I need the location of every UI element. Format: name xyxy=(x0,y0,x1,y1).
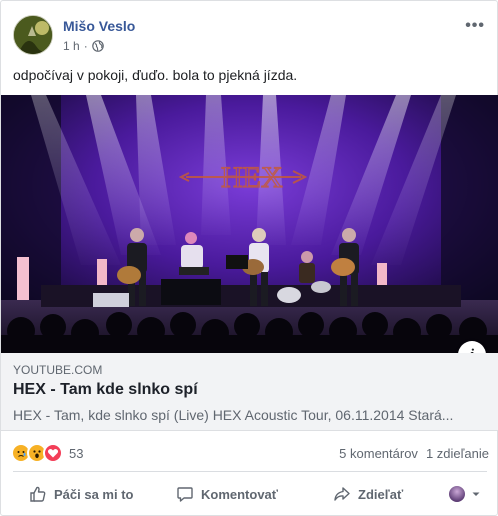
comment-label: Komentovať xyxy=(201,486,279,502)
thumbs-up-icon xyxy=(30,486,46,502)
like-button[interactable]: Páči sa mi to xyxy=(29,477,133,511)
link-preview[interactable]: YOUTUBE.COM HEX - Tam kde slnko spí HEX … xyxy=(1,353,498,431)
actions-divider xyxy=(13,471,487,472)
comments-count[interactable]: 5 komentárov xyxy=(339,446,418,461)
share-button[interactable]: Zdieľať xyxy=(333,477,403,511)
comment-icon xyxy=(177,487,193,502)
author-avatar[interactable] xyxy=(13,15,53,55)
post-card: Mišo Veslo 1 h · ••• odpočívaj v pokoji,… xyxy=(0,0,498,516)
post-meta: 1 h · xyxy=(63,39,104,53)
avatar-image xyxy=(14,16,52,54)
link-description: HEX - Tam, kde slnko spí (Live) HEX Acou… xyxy=(13,407,454,423)
post-stats: 53 5 komentárov 1 zdieľanie xyxy=(11,441,489,465)
user-avatar xyxy=(449,486,465,502)
stage-sign: HEX xyxy=(221,161,283,194)
post-text: odpočívaj v pokoji, ďuďo. bola to pjekná… xyxy=(13,67,298,83)
engagement-counts: 5 komentárov 1 zdieľanie xyxy=(339,446,489,461)
author-name[interactable]: Mišo Veslo xyxy=(63,18,135,34)
reactions-summary[interactable]: 53 xyxy=(11,443,83,463)
chevron-down-icon xyxy=(472,492,480,496)
video-thumbnail[interactable]: HEX xyxy=(1,95,498,353)
love-icon xyxy=(43,443,63,463)
reaction-count: 53 xyxy=(69,445,84,461)
globe-icon[interactable] xyxy=(91,40,104,52)
post-actions: Páči sa mi to Komentovať Zdieľať xyxy=(13,477,487,511)
link-domain: YOUTUBE.COM xyxy=(13,363,103,377)
share-icon xyxy=(334,487,350,501)
concert-stage-image: HEX xyxy=(1,95,498,353)
comment-button[interactable]: Komentovať xyxy=(176,477,278,511)
post-time[interactable]: 1 h xyxy=(63,39,80,53)
audience-selector[interactable] xyxy=(449,486,481,502)
share-label: Zdieľať xyxy=(358,486,404,502)
like-label: Páči sa mi to xyxy=(54,486,134,502)
shares-count[interactable]: 1 zdieľanie xyxy=(426,446,489,461)
meta-separator: · xyxy=(83,39,88,53)
link-title[interactable]: HEX - Tam kde slnko spí xyxy=(13,381,198,399)
more-options-icon[interactable]: ••• xyxy=(465,17,485,35)
post-header: Mišo Veslo 1 h · ••• xyxy=(13,15,487,59)
